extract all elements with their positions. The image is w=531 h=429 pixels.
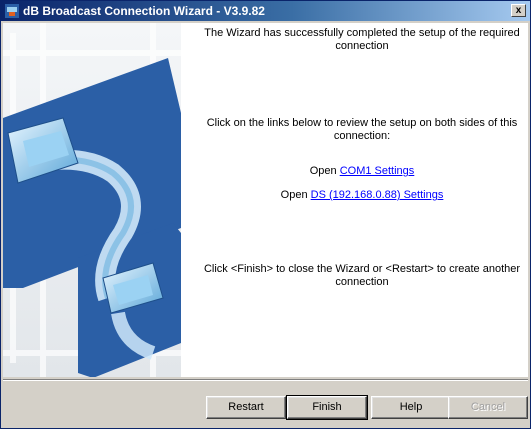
- com1-settings-line: Open COM1 Settings: [203, 165, 521, 178]
- help-button[interactable]: Help: [371, 396, 451, 419]
- review-instructions: Click on the links below to review the s…: [206, 117, 518, 142]
- cancel-button[interactable]: Cancel: [448, 396, 528, 419]
- com1-settings-link[interactable]: COM1 Settings: [340, 165, 415, 177]
- success-message: The Wizard has successfully completed th…: [204, 27, 520, 52]
- button-separator: [3, 379, 528, 381]
- wizard-page: The Wizard has successfully completed th…: [3, 23, 528, 377]
- connection-cable-illustration: [3, 23, 181, 377]
- app-icon: [5, 4, 19, 18]
- close-button[interactable]: x: [511, 4, 526, 17]
- ds-open-label: Open: [280, 189, 308, 201]
- com1-open-label: Open: [309, 165, 337, 177]
- window-title: dB Broadcast Connection Wizard - V3.9.82: [23, 4, 265, 18]
- wizard-window: dB Broadcast Connection Wizard - V3.9.82…: [0, 0, 531, 429]
- title-bar[interactable]: dB Broadcast Connection Wizard - V3.9.82…: [1, 1, 530, 21]
- restart-button[interactable]: Restart: [206, 396, 286, 419]
- ds-settings-line: Open DS (192.168.0.88) Settings: [203, 189, 521, 202]
- finish-hint: Click <Finish> to close the Wizard or <R…: [203, 263, 521, 288]
- ds-settings-link[interactable]: DS (192.168.0.88) Settings: [311, 189, 444, 201]
- finish-button[interactable]: Finish: [286, 395, 368, 420]
